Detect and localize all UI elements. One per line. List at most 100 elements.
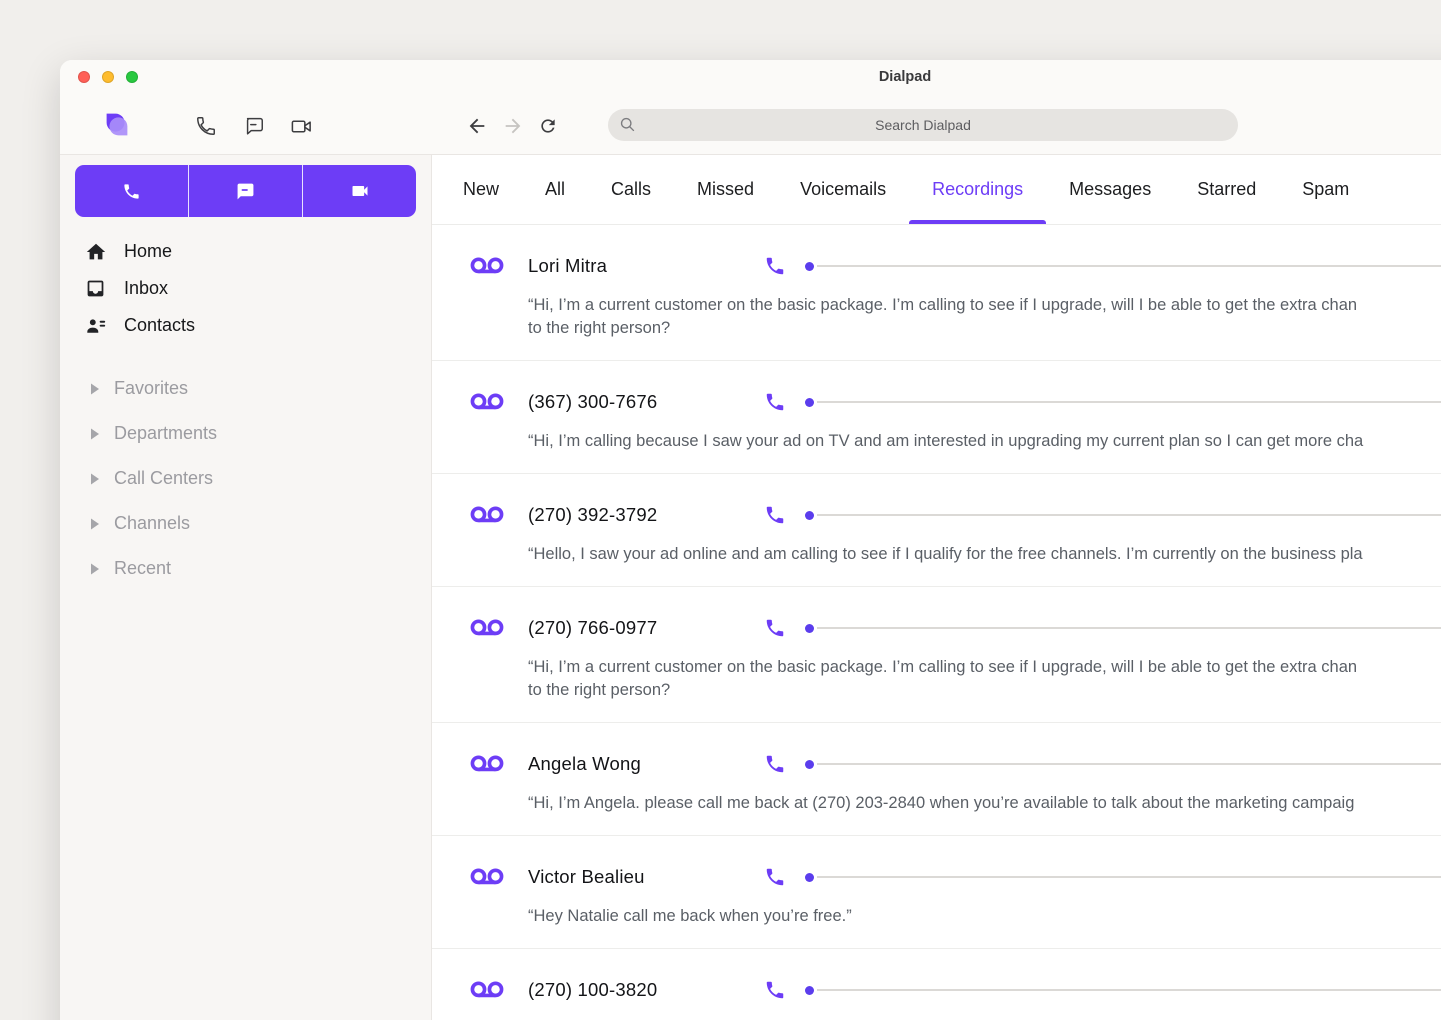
sidebar-nav: Home Inbox Contacts [60,233,431,344]
sidebar-section-recent[interactable]: Recent [60,546,431,591]
slider-thumb[interactable] [805,510,814,520]
call-back-button[interactable] [764,504,786,526]
arrow-forward-icon [505,118,521,134]
transcript: “Hi, I’m a current customer on the basic… [528,658,1358,699]
new-message-button[interactable] [241,113,267,139]
slider-track[interactable] [817,514,1441,516]
call-back-button[interactable] [764,979,786,1001]
tab-messages[interactable]: Messages [1046,155,1174,224]
recording-row-header: (367) 300-7676 [470,385,1441,419]
voicemail-icon [470,867,504,887]
recording-row-angela-wong[interactable]: Angela Wong “Hi, I’m Angela. please call… [432,723,1441,836]
recording-row-lori-mitra[interactable]: Lori Mitra “Hi, I’m a current customer o… [432,225,1441,361]
back-button[interactable] [464,113,490,139]
search-bar [608,109,1238,141]
playback-slider[interactable] [805,249,1441,283]
tab-label: Recordings [932,179,1024,199]
voicemail-icon [470,256,504,276]
call-back-button[interactable] [764,753,786,775]
call-back-button[interactable] [764,391,786,413]
playback-slider[interactable] [805,860,1441,894]
slider-track[interactable] [817,265,1441,267]
dialpad-window: Dialpad Search Dialpad Home Inbox Contac… [60,60,1441,1020]
video-button[interactable] [302,165,416,217]
search-input[interactable] [608,109,1238,141]
playback-slider[interactable] [805,973,1441,1007]
playback-slider[interactable] [805,747,1441,781]
sidebar-section-departments[interactable]: Departments [60,411,431,456]
chevron-right-icon [90,473,101,485]
playback-slider[interactable] [805,385,1441,419]
tab-starred[interactable]: Starred [1174,155,1279,224]
call-back-button[interactable] [764,255,786,277]
close-window-button[interactable] [78,71,90,83]
arrow-back-icon [469,118,485,134]
sidebar-item-contacts[interactable]: Contacts [60,307,431,344]
tab-calls[interactable]: Calls [588,155,674,224]
call-button[interactable] [75,165,188,217]
phone-icon [766,868,784,886]
recording-row-header: (270) 100-3820 [470,973,1441,1007]
recording-row-victor-bealieu[interactable]: Victor Bealieu “Hey Natalie call me back… [432,836,1441,949]
new-call-button[interactable] [193,113,219,139]
tab-label: All [545,179,566,199]
chevron-right-icon [90,428,101,440]
recordings-list: Lori Mitra “Hi, I’m a current customer o… [432,225,1441,1020]
recording-row-header: Angela Wong [470,747,1441,781]
sidebar-item-label: Contacts [124,315,196,335]
slider-track[interactable] [817,876,1441,878]
playback-slider[interactable] [805,498,1441,532]
phone-icon [766,506,784,524]
slider-thumb[interactable] [805,985,814,995]
tab-new[interactable]: New [440,155,522,224]
voicemail-icon [470,505,504,525]
tab-recordings[interactable]: Recordings [909,155,1047,224]
phone-icon [124,183,139,199]
slider-track[interactable] [817,763,1441,765]
recording-row-270-392-3792[interactable]: (270) 392-3792 “Hello, I saw your ad onl… [432,474,1441,587]
playback-slider[interactable] [805,611,1441,645]
tab-voicemails[interactable]: Voicemails [777,155,909,224]
recording-row-270-100-3820[interactable]: (270) 100-3820 “Hi I want to cancel my s… [432,949,1441,1020]
tab-spam[interactable]: Spam [1279,155,1372,224]
slider-track[interactable] [817,401,1441,403]
sidebar-item-label: Inbox [124,278,169,298]
zoom-window-button[interactable] [126,71,138,83]
recording-row-270-766-0977[interactable]: (270) 766-0977 “Hi, I’m a current custom… [432,587,1441,723]
slider-track[interactable] [817,627,1441,629]
tab-label: Calls [611,179,652,199]
tab-label: Starred [1197,179,1257,199]
tab-label: Missed [697,179,755,199]
minimize-window-button[interactable] [102,71,114,83]
message-button[interactable] [188,165,302,217]
slider-thumb[interactable] [805,759,814,769]
tab-all[interactable]: All [522,155,588,224]
slider-thumb[interactable] [805,872,814,882]
sidebar-section-favorites[interactable]: Favorites [60,366,431,411]
recording-row-367-300-7676[interactable]: (367) 300-7676 “Hi, I’m calling because … [432,361,1441,474]
voicemail-icon [470,618,504,638]
caller-name: Lori Mitra [528,255,608,276]
sidebar-item-home[interactable]: Home [60,233,431,270]
slider-thumb[interactable] [805,623,814,633]
sidebar-section-channels[interactable]: Channels [60,501,431,546]
sidebar-section-call-centers[interactable]: Call Centers [60,456,431,501]
refresh-button[interactable] [535,113,561,139]
voicemail-icon [470,980,504,1000]
slider-track[interactable] [817,989,1441,991]
section-label: Favorites [114,378,189,398]
tab-label: Messages [1069,179,1152,199]
call-back-button[interactable] [764,866,786,888]
window-title: Dialpad [878,69,932,85]
recording-row-header: (270) 766-0977 [470,611,1441,645]
call-back-button[interactable] [764,617,786,639]
tab-label: New [463,179,500,199]
new-meeting-button[interactable] [288,113,314,139]
sidebar-item-inbox[interactable]: Inbox [60,270,431,307]
section-label: Call Centers [114,468,214,488]
slider-thumb[interactable] [805,397,814,407]
tab-missed[interactable]: Missed [674,155,777,224]
slider-thumb[interactable] [805,261,814,271]
caller-name: (270) 766-0977 [528,617,658,638]
forward-button[interactable] [500,113,526,139]
